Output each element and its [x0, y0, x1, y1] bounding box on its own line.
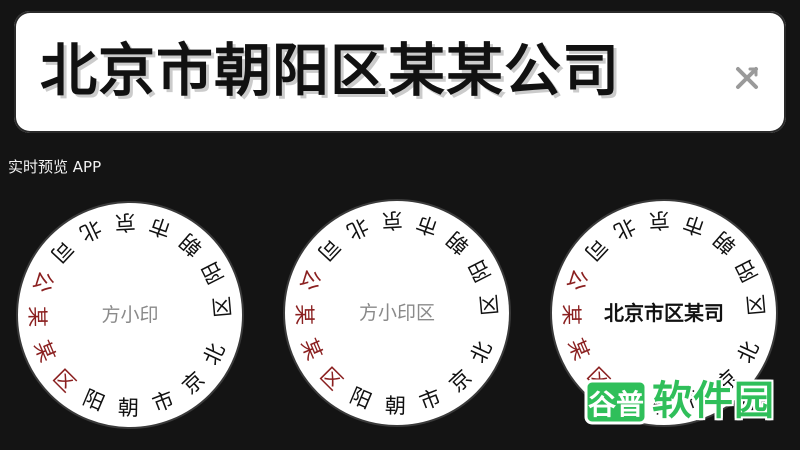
watermark-text: 软件园 [652, 378, 775, 424]
stamp-ring-char: 区 [210, 295, 236, 318]
stamp-ring-char: 某 [25, 306, 49, 327]
stamp-center-text: 方小印区 [359, 302, 435, 324]
stamp-preview-1[interactable]: 北京市朝阳区某某公司北京市朝阳区方小印 [16, 201, 244, 429]
stamp-ring-char: 某 [292, 304, 316, 325]
stamp-ring-char: 朝 [118, 396, 139, 420]
stamp-preview-2[interactable]: 北京市朝阳区某某公司北京市朝阳区方小印区 [283, 199, 511, 427]
stamp-ring-char: 某 [559, 304, 583, 325]
stamp-ring-char: 朝 [385, 394, 406, 418]
stamp-ring-char: 京 [648, 208, 670, 233]
watermark: 谷普 软件园 [584, 372, 790, 430]
stamp-center-text: 北京市区某司 [604, 301, 724, 325]
watermark-logo-text: 谷普 [588, 388, 644, 421]
watermark-logo: 谷普 [584, 375, 648, 427]
stamp-ring-char: 京 [381, 208, 403, 233]
stamp-ring-char: 区 [477, 293, 503, 316]
stamp-center-text: 方小印 [101, 304, 158, 326]
stamp-ring-char: 区 [744, 293, 770, 316]
stamp-ring-char: 京 [114, 210, 136, 235]
